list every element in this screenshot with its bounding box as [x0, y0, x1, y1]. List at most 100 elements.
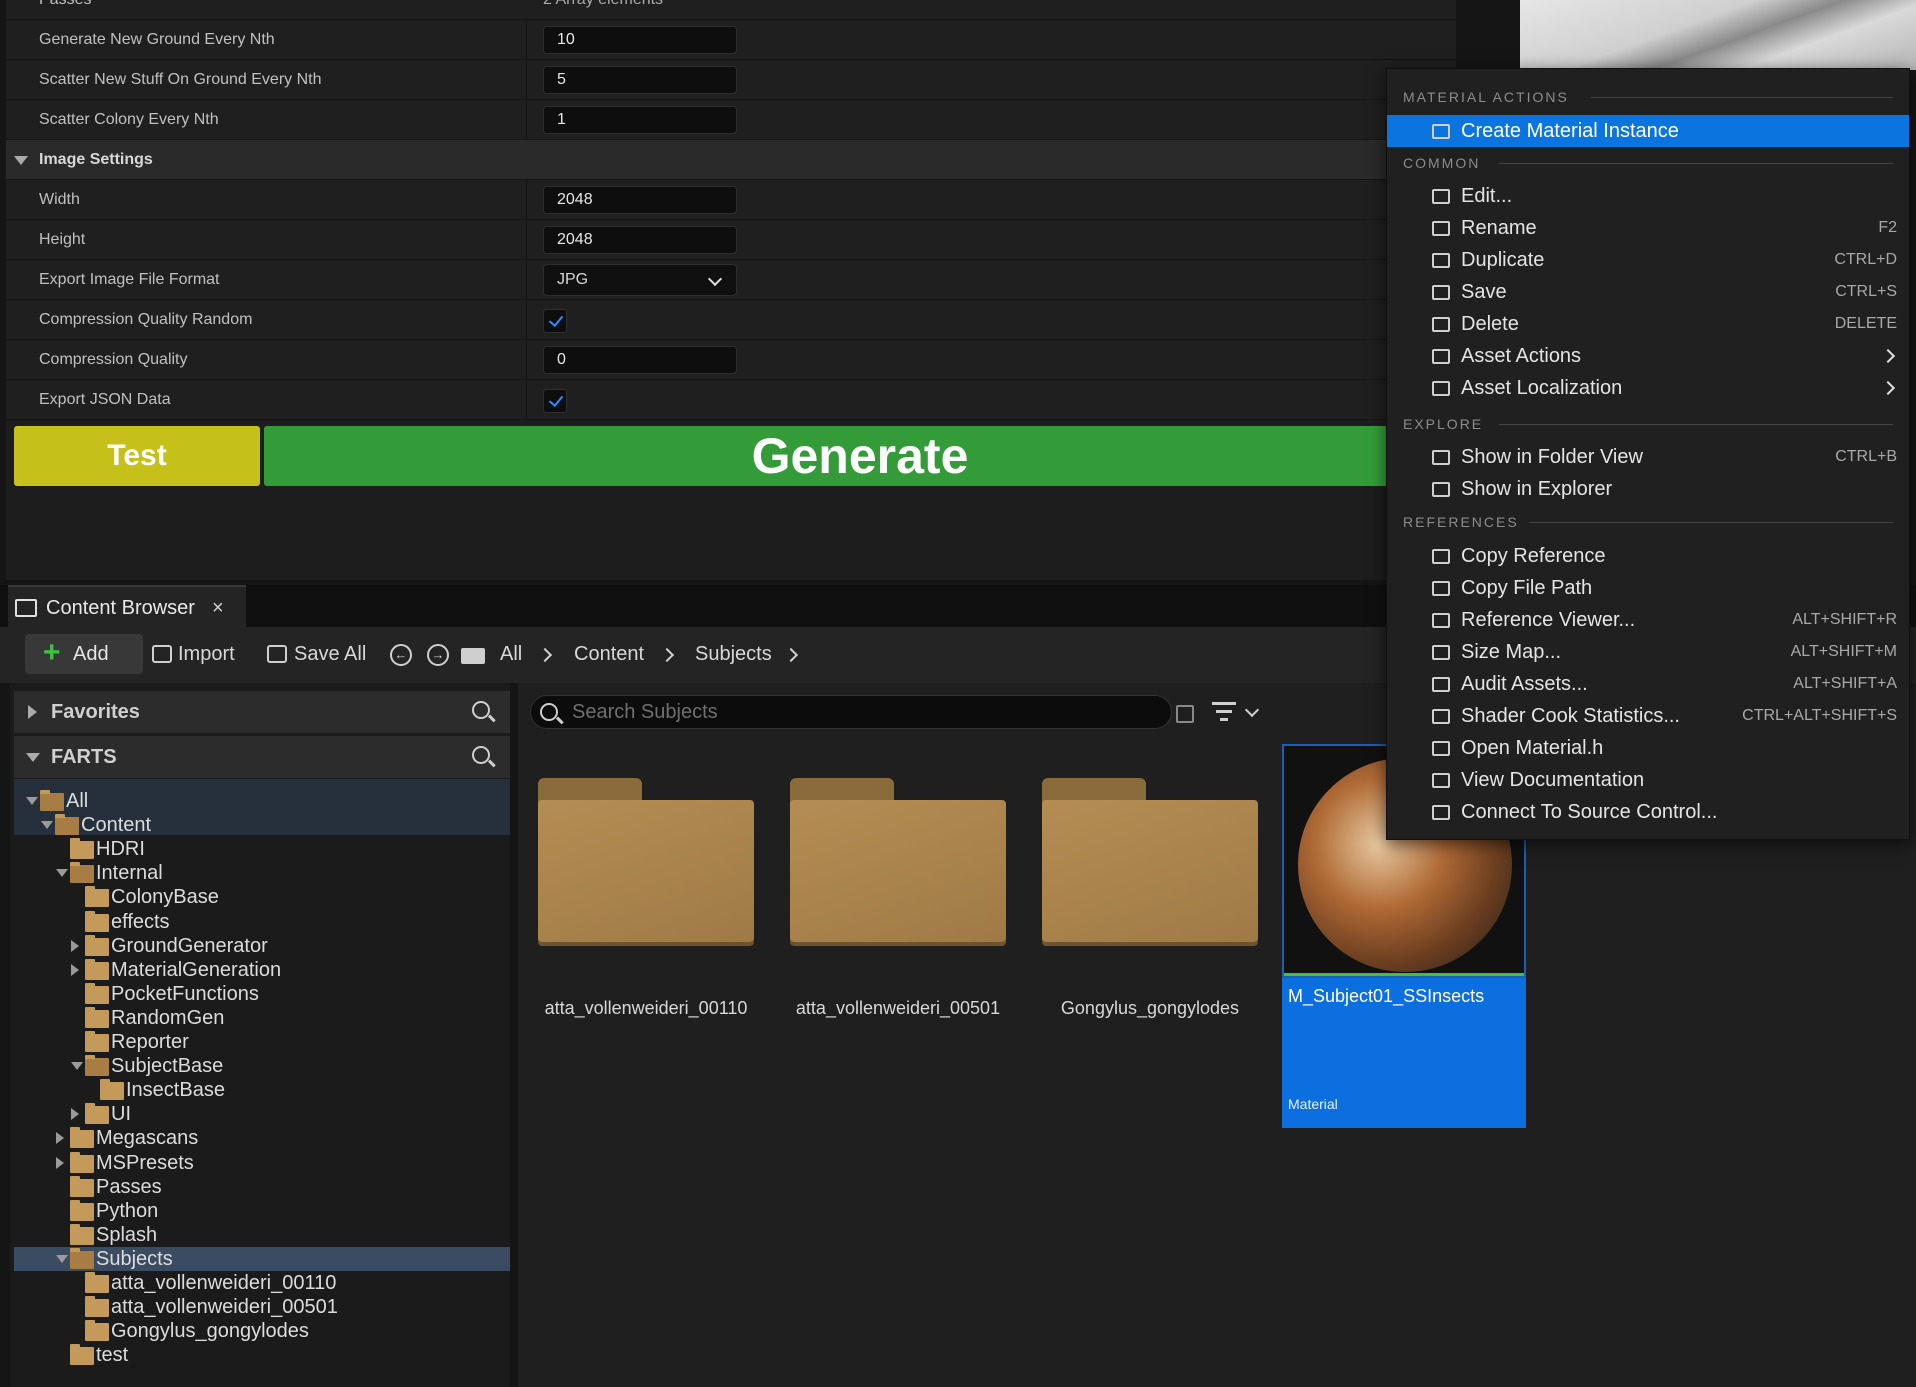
- tree-item[interactable]: Megascans: [14, 1126, 510, 1150]
- back-icon[interactable]: ←: [390, 644, 412, 666]
- save-all-icon[interactable]: [267, 645, 287, 663]
- generate-button[interactable]: Generate: [264, 426, 1456, 486]
- column-divider[interactable]: [526, 180, 527, 220]
- tree-item[interactable]: Subjects: [14, 1247, 510, 1271]
- chevron-down-icon[interactable]: [1244, 702, 1260, 718]
- collapse-arrow-icon[interactable]: [56, 1255, 68, 1263]
- menu-item[interactable]: Open Material.h: [1387, 732, 1909, 764]
- tree-item[interactable]: atta_vollenweideri_00110: [14, 1271, 510, 1295]
- column-divider[interactable]: [526, 380, 527, 420]
- menu-item[interactable]: Asset Actions: [1387, 340, 1909, 372]
- tree-item[interactable]: test: [14, 1343, 510, 1367]
- column-divider[interactable]: [526, 220, 527, 260]
- column-divider[interactable]: [526, 20, 527, 60]
- expand-arrow-icon[interactable]: [71, 1108, 79, 1120]
- export-json-checkbox[interactable]: [543, 389, 567, 413]
- scatter-colony-input[interactable]: 1: [543, 106, 737, 134]
- favorites-header[interactable]: Favorites: [14, 691, 510, 733]
- format-dropdown[interactable]: JPG: [543, 264, 737, 296]
- add-button[interactable]: + Add: [25, 634, 143, 674]
- width-input[interactable]: 2048: [543, 186, 737, 214]
- menu-item[interactable]: Rename F2: [1387, 212, 1909, 244]
- expand-arrow-icon[interactable]: [56, 1157, 64, 1169]
- tree-item[interactable]: effects: [14, 910, 510, 934]
- collapse-arrow-icon[interactable]: [14, 156, 28, 165]
- expand-arrow-icon[interactable]: [71, 940, 79, 952]
- tree-item[interactable]: Reporter: [14, 1030, 510, 1054]
- tree-item[interactable]: GroundGenerator: [14, 934, 510, 958]
- menu-item[interactable]: Duplicate CTRL+D: [1387, 244, 1909, 276]
- tree-item[interactable]: All: [14, 789, 510, 813]
- image-settings-category[interactable]: Image Settings: [6, 140, 1456, 180]
- collapse-arrow-icon[interactable]: [26, 797, 38, 805]
- column-divider[interactable]: [526, 300, 527, 340]
- tree-item[interactable]: Splash: [14, 1223, 510, 1247]
- save-all-button[interactable]: Save All: [294, 634, 366, 674]
- menu-item[interactable]: Connect To Source Control...: [1387, 796, 1909, 828]
- chevron-right-icon[interactable]: [659, 647, 675, 663]
- folder-tile[interactable]: Gongylus_gongylodes: [1022, 778, 1258, 1018]
- folder-icon[interactable]: [461, 648, 485, 664]
- menu-item[interactable]: Shader Cook Statistics... CTRL+ALT+SHIFT+…: [1387, 700, 1909, 732]
- generate-ground-input[interactable]: 10: [543, 26, 737, 54]
- search-icon[interactable]: [472, 746, 490, 764]
- tree-item[interactable]: Python: [14, 1199, 510, 1223]
- content-browser-tab[interactable]: Content Browser ×: [8, 585, 246, 627]
- folder-tile[interactable]: atta_vollenweideri_00110: [518, 778, 754, 1018]
- forward-icon[interactable]: →: [427, 644, 449, 666]
- expand-arrow-icon[interactable]: [28, 705, 37, 719]
- menu-item[interactable]: Show in Folder View CTRL+B: [1387, 441, 1909, 473]
- comp-quality-input[interactable]: 0: [543, 346, 737, 374]
- import-button[interactable]: Import: [178, 634, 235, 674]
- tree-item[interactable]: InsectBase: [14, 1078, 510, 1102]
- collapse-arrow-icon[interactable]: [71, 1062, 83, 1070]
- menu-item[interactable]: Delete DELETE: [1387, 308, 1909, 340]
- search-input[interactable]: Search Subjects: [530, 695, 1172, 729]
- chevron-right-icon[interactable]: [537, 647, 553, 663]
- tree-item[interactable]: MSPresets: [14, 1151, 510, 1175]
- tree-item[interactable]: SubjectBase: [14, 1054, 510, 1078]
- menu-item[interactable]: Copy Reference: [1387, 540, 1909, 572]
- collapse-arrow-icon[interactable]: [26, 753, 40, 762]
- menu-item[interactable]: Create Material Instance: [1387, 115, 1909, 147]
- filter-icon[interactable]: [1212, 702, 1236, 722]
- menu-item[interactable]: Audit Assets... ALT+SHIFT+A: [1387, 668, 1909, 700]
- expand-arrow-icon[interactable]: [56, 1132, 64, 1144]
- collapse-arrow-icon[interactable]: [56, 869, 68, 877]
- height-input[interactable]: 2048: [543, 226, 737, 254]
- breadcrumb-subjects[interactable]: Subjects: [695, 634, 772, 674]
- close-icon[interactable]: ×: [212, 587, 224, 629]
- project-header[interactable]: FARTS: [14, 736, 510, 778]
- tree-item[interactable]: UI: [14, 1102, 510, 1126]
- tree-item[interactable]: Internal: [14, 861, 510, 885]
- test-button[interactable]: Test: [14, 426, 260, 486]
- menu-item[interactable]: Asset Localization: [1387, 372, 1909, 404]
- tree-item[interactable]: RandomGen: [14, 1006, 510, 1030]
- column-divider[interactable]: [526, 100, 527, 140]
- scatter-stuff-input[interactable]: 5: [543, 66, 737, 94]
- folder-tile[interactable]: atta_vollenweideri_00501: [770, 778, 1006, 1018]
- column-divider[interactable]: [526, 260, 527, 300]
- column-divider[interactable]: [526, 60, 527, 100]
- search-icon[interactable]: [472, 701, 490, 719]
- tree-item[interactable]: Content: [14, 813, 510, 837]
- tree-item[interactable]: Passes: [14, 1175, 510, 1199]
- menu-item[interactable]: View Documentation: [1387, 764, 1909, 796]
- tree-item[interactable]: MaterialGeneration: [14, 958, 510, 982]
- save-search-icon[interactable]: [1176, 705, 1194, 723]
- viewport-preview[interactable]: [1520, 0, 1916, 70]
- menu-item[interactable]: Copy File Path: [1387, 572, 1909, 604]
- tree-item[interactable]: PocketFunctions: [14, 982, 510, 1006]
- tree-item[interactable]: Gongylus_gongylodes: [14, 1319, 510, 1343]
- menu-item[interactable]: Reference Viewer... ALT+SHIFT+R: [1387, 604, 1909, 636]
- tree-item[interactable]: HDRI: [14, 837, 510, 861]
- import-icon[interactable]: [152, 645, 172, 663]
- comp-random-checkbox[interactable]: [543, 309, 567, 333]
- tree-item[interactable]: ColonyBase: [14, 885, 510, 909]
- menu-item[interactable]: Edit...: [1387, 180, 1909, 212]
- tree-item[interactable]: atta_vollenweideri_00501: [14, 1295, 510, 1319]
- breadcrumb-content[interactable]: Content: [574, 634, 644, 674]
- menu-item[interactable]: Save CTRL+S: [1387, 276, 1909, 308]
- collapse-arrow-icon[interactable]: [41, 821, 53, 829]
- column-divider[interactable]: [526, 340, 527, 380]
